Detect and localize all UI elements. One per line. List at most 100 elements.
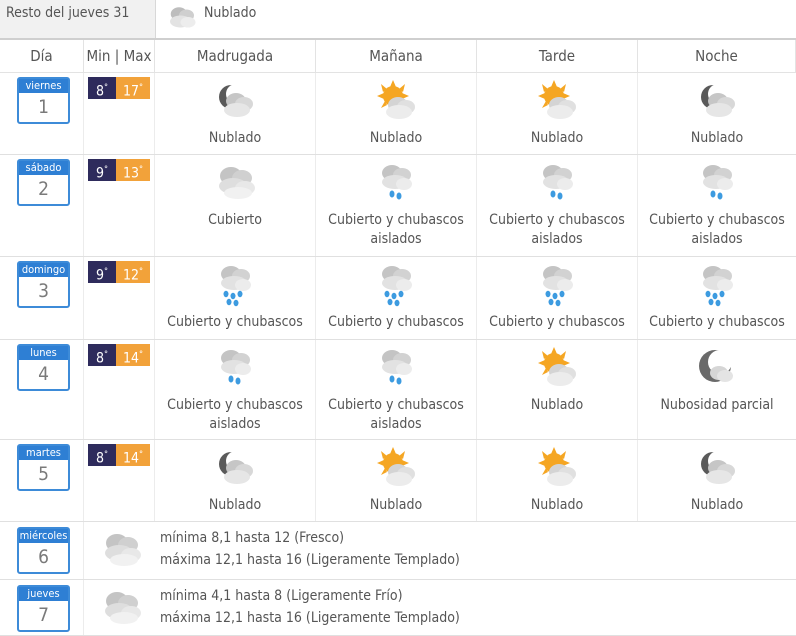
max-range-line: máxima 12,1 hasta 16 (Ligeramente Templa… — [160, 552, 460, 568]
column-header-tarde: Tarde — [477, 40, 638, 73]
overcast-icon — [164, 0, 200, 38]
period-cell[interactable]: Cubierto y chubascos aislados — [638, 155, 796, 256]
period-cell[interactable]: Nublado — [638, 73, 796, 154]
rain-cloud-icon — [372, 263, 420, 307]
period-cell[interactable]: Cubierto y chubascos — [477, 257, 638, 339]
period-cell[interactable]: Cubierto — [155, 155, 316, 256]
min-temp: 8° — [88, 77, 116, 100]
light-rain-cloud-icon — [372, 346, 420, 390]
day-name: jueves — [19, 587, 68, 601]
light-rain-cloud-icon — [372, 161, 420, 205]
overcast-icon — [97, 586, 145, 634]
day-cell: sábado 2 — [0, 155, 84, 256]
period-cell[interactable]: Cubierto y chubascos aislados — [155, 340, 316, 439]
period-cell[interactable]: Cubierto y chubascos aislados — [316, 340, 477, 439]
moon-cloud-icon — [211, 446, 259, 490]
temperature-badges: 8° 14° — [88, 344, 150, 367]
temperature-badges: 8° 14° — [88, 444, 150, 467]
period-cell[interactable]: Cubierto y chubascos — [638, 257, 796, 339]
moon-partial-icon — [693, 346, 741, 390]
period-cell[interactable]: Nublado — [477, 440, 638, 521]
period-cell[interactable]: Nublado — [155, 440, 316, 521]
condition-text: Cubierto y chubascos aislados — [167, 397, 303, 432]
moon-cloud-icon — [693, 79, 741, 123]
condition-text: Cubierto y chubascos aislados — [328, 212, 464, 247]
forecast-day-row: sábado 2 9° 13° Cubierto Cubierto y chub… — [0, 155, 796, 257]
day-badge[interactable]: sábado 2 — [17, 159, 70, 206]
sun-cloud-icon — [533, 79, 581, 123]
forecast-day-row: domingo 3 9° 12° Cubierto y chubascos Cu… — [0, 257, 796, 340]
day-number: 1 — [38, 96, 49, 118]
max-temp: 12° — [116, 261, 150, 284]
condition-text: Cubierto y chubascos aislados — [489, 212, 625, 247]
condition-text: Nubosidad parcial — [660, 397, 774, 413]
condition-text: Nublado — [690, 130, 744, 146]
min-range-line: mínima 4,1 hasta 8 (Ligeramente Frío) — [160, 588, 403, 604]
condition-text: Nublado — [369, 130, 423, 146]
condition-text: Cubierto y chubascos aislados — [649, 212, 785, 247]
period-cell[interactable]: Nublado — [638, 440, 796, 521]
max-temp: 13° — [116, 159, 150, 182]
temperature-badges: 9° 13° — [88, 159, 150, 182]
period-cell[interactable]: Nubosidad parcial — [638, 340, 796, 439]
forecast-day-row: viernes 1 8° 17° Nublado Nublado Nublado… — [0, 73, 796, 155]
day-name: viernes — [19, 79, 68, 93]
condition-text: Nublado — [530, 497, 584, 513]
sun-cloud-icon — [533, 446, 581, 490]
min-temp: 9° — [88, 261, 116, 284]
condition-text: Nublado — [208, 130, 262, 146]
period-cell[interactable]: Nublado — [477, 73, 638, 154]
day-badge[interactable]: domingo 3 — [17, 261, 70, 308]
max-range-line: máxima 12,1 hasta 16 (Ligeramente Templa… — [160, 610, 460, 626]
minmax-cell: 8° 14° — [84, 340, 155, 439]
period-cell[interactable]: Nublado — [155, 73, 316, 154]
rest-of-day-bar: Resto del jueves 31 Nublado — [0, 0, 796, 40]
condition-text: Nublado — [208, 497, 262, 513]
period-cell[interactable]: Nublado — [477, 340, 638, 439]
overcast-icon — [211, 161, 259, 205]
period-cell[interactable]: Cubierto y chubascos aislados — [477, 155, 638, 256]
min-temp: 8° — [88, 444, 116, 467]
light-rain-cloud-icon — [533, 161, 581, 205]
day-name: miércoles — [19, 529, 68, 543]
temperature-badges: 9° 12° — [88, 261, 150, 284]
condition-text: Nublado — [530, 397, 584, 413]
max-temp: 14° — [116, 444, 150, 467]
period-cell[interactable]: Nublado — [316, 73, 477, 154]
max-temp: 14° — [116, 344, 150, 367]
condition-text: Nublado — [690, 497, 744, 513]
forecast-day-row: lunes 4 8° 14° Cubierto y chubascos aisl… — [0, 340, 796, 440]
column-header-day: Día — [0, 40, 84, 73]
day-number: 6 — [38, 546, 49, 568]
period-cell[interactable]: Nublado — [316, 440, 477, 521]
extended-day-row: jueves 7 mínima 4,1 hasta 8 (Ligeramente… — [0, 580, 796, 636]
period-cell[interactable]: Cubierto y chubascos — [155, 257, 316, 339]
column-header-madrugada: Madrugada — [155, 40, 316, 73]
condition-text: Cubierto y chubascos — [167, 314, 303, 330]
condition-text: Nublado — [369, 497, 423, 513]
day-number: 4 — [38, 363, 49, 385]
day-name: domingo — [19, 263, 68, 277]
condition-text: Nublado — [530, 130, 584, 146]
column-header-minmax: Min | Max — [84, 40, 155, 73]
day-name: sábado — [19, 161, 68, 175]
rain-cloud-icon — [693, 263, 741, 307]
condition-text: Cubierto — [208, 212, 262, 228]
condition-text: Cubierto y chubascos — [328, 314, 464, 330]
period-cell[interactable]: Cubierto y chubascos aislados — [316, 155, 477, 256]
day-badge[interactable]: jueves 7 — [17, 585, 70, 632]
condition-text: Cubierto y chubascos — [489, 314, 625, 330]
day-badge[interactable]: martes 5 — [17, 444, 70, 491]
day-name: martes — [19, 446, 68, 460]
day-badge[interactable]: miércoles 6 — [17, 527, 70, 574]
day-cell: martes 5 — [0, 440, 84, 521]
max-temp: 17° — [116, 77, 150, 100]
day-badge[interactable]: viernes 1 — [17, 77, 70, 124]
sun-cloud-icon — [372, 446, 420, 490]
minmax-cell: 8° 14° — [84, 440, 155, 521]
column-header-noche: Noche — [638, 40, 796, 73]
day-badge[interactable]: lunes 4 — [17, 344, 70, 391]
day-cell: viernes 1 — [0, 73, 84, 154]
period-cell[interactable]: Cubierto y chubascos — [316, 257, 477, 339]
minmax-cell: 8° 17° — [84, 73, 155, 154]
